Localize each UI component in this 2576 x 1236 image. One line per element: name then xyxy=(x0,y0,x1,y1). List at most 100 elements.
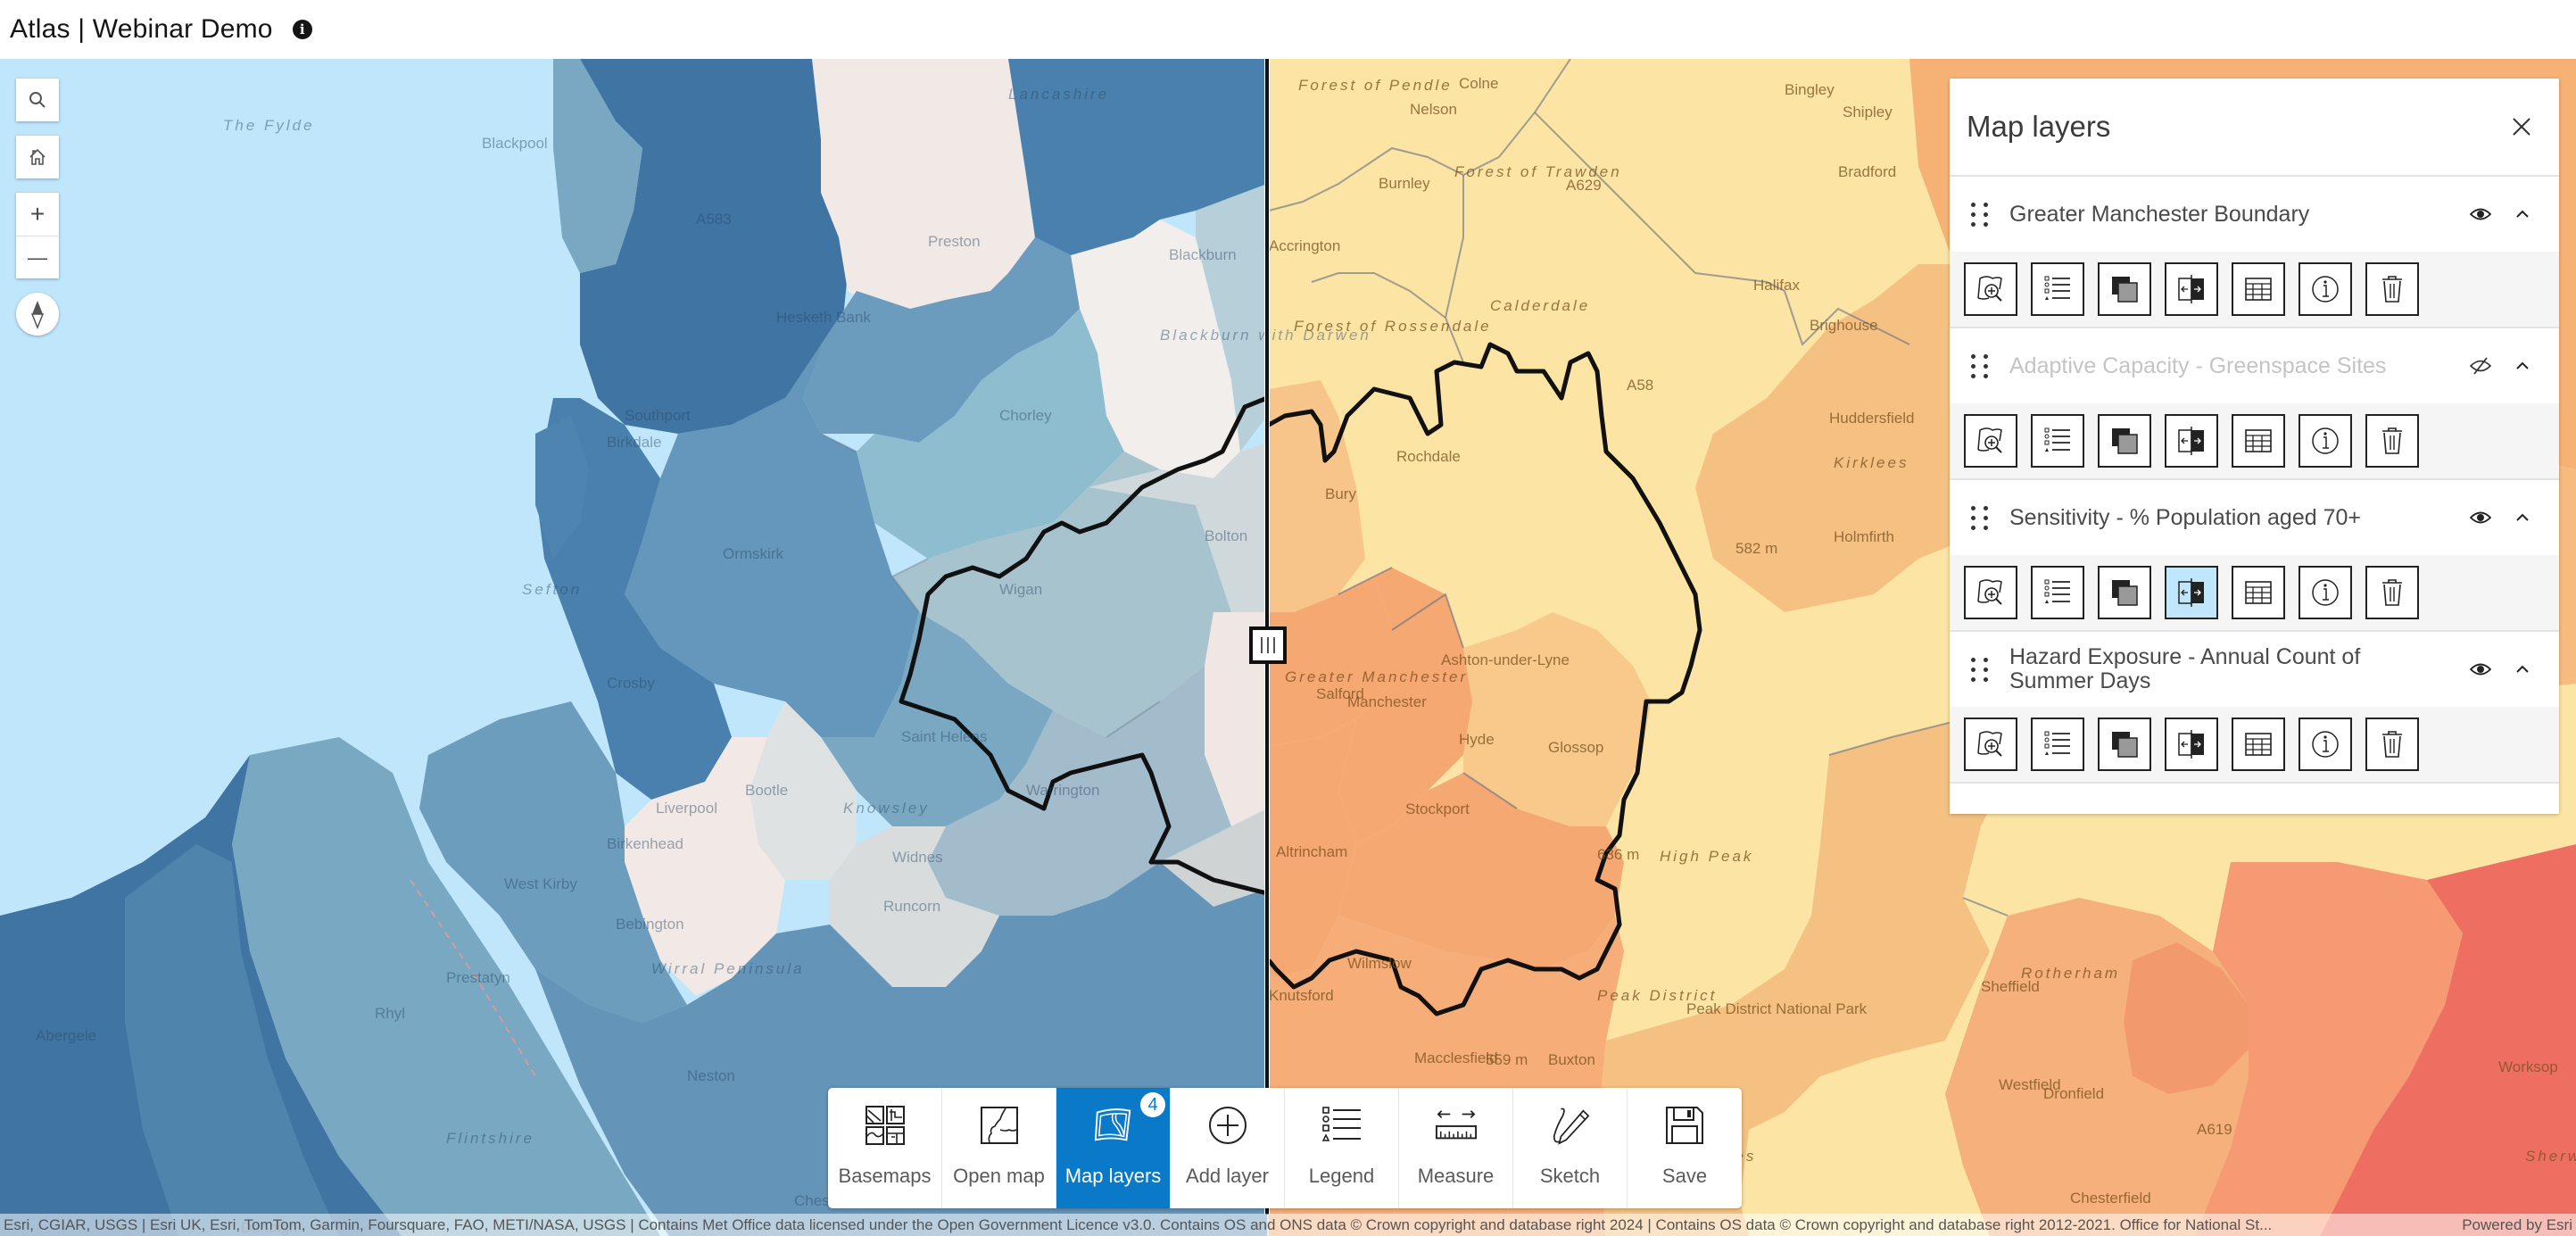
basemaps-icon xyxy=(864,1104,907,1147)
chevron-up-icon[interactable] xyxy=(2509,201,2536,228)
toolbar-button-label: Save xyxy=(1661,1165,1708,1187)
swipe-button[interactable] xyxy=(2165,718,2218,771)
toolbar-button-map-layers[interactable]: Map layers 4 xyxy=(1056,1088,1171,1208)
legend-button[interactable] xyxy=(2031,566,2084,619)
layer-item: Sensitivity - % Population aged 70+ xyxy=(1950,480,2559,632)
visibility-on-icon[interactable] xyxy=(2464,656,2497,683)
layer-info-button[interactable] xyxy=(2299,262,2352,316)
remove-layer-button[interactable] xyxy=(2365,262,2419,316)
chevron-up-icon[interactable] xyxy=(2509,504,2536,531)
legend-button[interactable] xyxy=(2031,414,2084,468)
opacity-button[interactable] xyxy=(2098,566,2151,619)
attribution-text[interactable]: Esri, CGIAR, USGS | Esri UK, Esri, TomTo… xyxy=(4,1216,2272,1234)
zoom-to-layer-button[interactable] xyxy=(1964,566,2017,619)
zoom-out-button[interactable]: — xyxy=(16,236,59,278)
visibility-off-icon[interactable] xyxy=(2464,353,2497,379)
attribute-table-button[interactable] xyxy=(2232,718,2285,771)
layer-info-button[interactable] xyxy=(2299,414,2352,468)
map-layers-panel: Map layers Greater Manchester Boundary Ad… xyxy=(1950,79,2559,814)
toolbar-button-open-map[interactable]: Open map xyxy=(942,1088,1056,1208)
drag-handle-icon[interactable] xyxy=(1971,505,1989,530)
legend-icon xyxy=(2040,271,2075,307)
opacity-button[interactable] xyxy=(2098,718,2151,771)
opacity-button[interactable] xyxy=(2098,262,2151,316)
zoom-to-layer-button[interactable] xyxy=(1964,414,2017,468)
opacity-icon xyxy=(2107,575,2142,610)
app-header: Atlas | Webinar Demo i xyxy=(0,0,2576,59)
legend-button[interactable] xyxy=(2031,262,2084,316)
zoom-in-button[interactable]: + xyxy=(16,193,59,236)
app-title: Atlas | Webinar Demo xyxy=(10,14,273,44)
swipe-handle[interactable] xyxy=(1249,626,1287,664)
attribute-table-button[interactable] xyxy=(2232,262,2285,316)
toolbar-button-label: Sketch xyxy=(1539,1165,1601,1187)
region-preston xyxy=(812,59,1035,309)
layer-name: Hazard Exposure - Annual Count of Summer… xyxy=(2009,644,2361,693)
drag-handle-icon[interactable] xyxy=(1971,657,1989,682)
panel-title: Map layers xyxy=(1967,110,2111,143)
layer-info-button[interactable] xyxy=(2299,718,2352,771)
home-icon xyxy=(29,148,46,165)
attribute-table-button[interactable] xyxy=(2232,566,2285,619)
powered-by-esri[interactable]: Powered by Esri xyxy=(2462,1216,2572,1234)
zoom-to-layer-icon xyxy=(1973,271,2009,307)
remove-layer-button[interactable] xyxy=(2365,566,2419,619)
toolbar-button-legend[interactable]: Legend xyxy=(1285,1088,1399,1208)
layer-info-button[interactable] xyxy=(2299,566,2352,619)
toolbar-button-label: Map layers xyxy=(1064,1165,1162,1187)
chevron-up-icon[interactable] xyxy=(2509,656,2536,683)
remove-layer-button[interactable] xyxy=(2365,718,2419,771)
legend-button[interactable] xyxy=(2031,718,2084,771)
swipe-icon xyxy=(2174,575,2209,610)
close-panel-button[interactable] xyxy=(2507,112,2536,141)
layer-tools xyxy=(1950,252,2559,327)
remove-layer-button[interactable] xyxy=(2365,414,2419,468)
toolbar-button-basemaps[interactable]: Basemaps xyxy=(828,1088,942,1208)
layer-name: Greater Manchester Boundary xyxy=(2009,201,2310,227)
layer-header: Hazard Exposure - Annual Count of Summer… xyxy=(1950,632,2559,707)
zoom-to-layer-icon xyxy=(1973,575,2009,610)
layer-name: Adaptive Capacity - Greenspace Sites xyxy=(2009,353,2387,378)
attribute-table-button[interactable] xyxy=(2232,414,2285,468)
drag-handle-icon[interactable] xyxy=(1971,353,1989,378)
info-icon[interactable]: i xyxy=(292,20,312,39)
opacity-icon xyxy=(2107,423,2142,459)
swipe-button[interactable] xyxy=(2165,566,2218,619)
toolbar-button-label: Legend xyxy=(1308,1165,1375,1187)
layer-tools xyxy=(1950,707,2559,782)
layer-info-icon xyxy=(2307,423,2343,459)
layer-info-icon xyxy=(2307,271,2343,307)
legend-icon xyxy=(1321,1104,1363,1147)
chevron-up-icon[interactable] xyxy=(2509,353,2536,379)
remove-layer-icon xyxy=(2374,575,2410,610)
visibility-on-icon[interactable] xyxy=(2464,201,2497,228)
remove-layer-icon xyxy=(2374,423,2410,459)
zoom-to-layer-button[interactable] xyxy=(1964,262,2017,316)
remove-layer-icon xyxy=(2374,726,2410,762)
toolbar-button-sketch[interactable]: Sketch xyxy=(1513,1088,1628,1208)
swipe-icon xyxy=(2174,271,2209,307)
remove-layer-icon xyxy=(2374,271,2410,307)
toolbar-button-save[interactable]: Save xyxy=(1628,1088,1742,1208)
legend-icon xyxy=(2040,423,2075,459)
opacity-button[interactable] xyxy=(2098,414,2151,468)
layer-header: Sensitivity - % Population aged 70+ xyxy=(1950,480,2559,555)
swipe-button[interactable] xyxy=(2165,262,2218,316)
home-button[interactable] xyxy=(16,136,59,178)
layer-name: Sensitivity - % Population aged 70+ xyxy=(2009,504,2361,530)
toolbar-button-add-layer[interactable]: Add layer xyxy=(1171,1088,1285,1208)
search-button[interactable] xyxy=(16,79,59,121)
layer-header: Adaptive Capacity - Greenspace Sites xyxy=(1950,328,2559,403)
visibility-on-icon[interactable] xyxy=(2464,504,2497,531)
layer-header: Greater Manchester Boundary xyxy=(1950,177,2559,252)
left-swipe-layer xyxy=(0,59,1267,1236)
swipe-button[interactable] xyxy=(2165,414,2218,468)
zoom-to-layer-button[interactable] xyxy=(1964,718,2017,771)
layer-item: Adaptive Capacity - Greenspace Sites xyxy=(1950,328,2559,480)
drag-handle-icon[interactable] xyxy=(1971,202,1989,227)
attribution-bar: Esri, CGIAR, USGS | Esri UK, Esri, TomTo… xyxy=(0,1214,2576,1236)
search-icon xyxy=(29,92,46,108)
toolbar-button-measure[interactable]: Measure xyxy=(1399,1088,1513,1208)
compass-icon xyxy=(30,301,45,329)
compass-button[interactable] xyxy=(16,293,59,336)
